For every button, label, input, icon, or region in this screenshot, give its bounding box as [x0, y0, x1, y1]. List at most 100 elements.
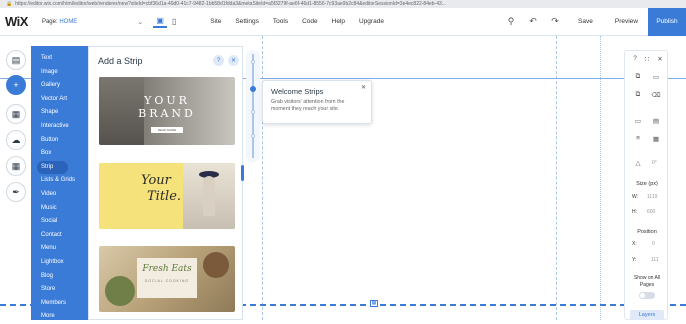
category-lightbox[interactable]: Lightbox [31, 256, 88, 270]
preview-button[interactable]: Preview [615, 18, 638, 25]
category-music[interactable]: Music [31, 202, 88, 216]
align-icon[interactable]: ▤ [649, 117, 663, 125]
thumb-line-1: Your [141, 173, 171, 188]
menu-settings[interactable]: Settings [228, 18, 266, 25]
category-menu[interactable]: Menu [31, 242, 88, 256]
rotate-value[interactable]: 0° [652, 160, 657, 166]
category-button[interactable]: Button [31, 134, 88, 148]
thumb-line-1: YOUR [144, 94, 190, 107]
pages-icon[interactable]: ▤ [6, 50, 26, 70]
editor-top-bar: WiX Page: HOME ⌄ ▣ ▯ Site Settings Tools… [0, 7, 686, 36]
page-label: Page: [41, 18, 58, 25]
category-blog[interactable]: Blog [31, 270, 88, 284]
desktop-icon[interactable]: ▣ [153, 16, 168, 28]
x-label: X: [632, 241, 637, 247]
copy-icon[interactable]: ⧉ [631, 73, 645, 81]
add-icon[interactable]: + [6, 75, 26, 95]
slider-dot-active[interactable] [250, 86, 256, 92]
delete-icon[interactable]: ⌫ [649, 91, 663, 99]
category-social[interactable]: Social [31, 215, 88, 229]
url-text: https://editor.wix.com/html/editor/web/r… [15, 1, 446, 7]
publish-button[interactable]: Publish [648, 7, 686, 36]
category-contact[interactable]: Contact [31, 229, 88, 243]
size-label: Size (px) [636, 181, 658, 187]
close-icon[interactable]: ✕ [361, 84, 366, 91]
menu-code[interactable]: Code [295, 18, 325, 25]
paste-icon[interactable]: ▭ [649, 73, 663, 81]
food-icon [105, 276, 135, 306]
category-video[interactable]: Video [31, 188, 88, 202]
thumb-line-2: Title. [147, 189, 182, 204]
menu-upgrade[interactable]: Upgrade [352, 18, 391, 25]
show-all-pages-toggle[interactable] [639, 292, 655, 299]
slider-dot[interactable] [251, 60, 255, 64]
category-members[interactable]: Members [31, 297, 88, 311]
h-field[interactable]: 600 [647, 209, 655, 215]
category-box[interactable]: Box [31, 147, 88, 161]
close-icon[interactable]: ✕ [653, 55, 667, 63]
category-vector-art[interactable]: Vector Art [31, 93, 88, 107]
x-field[interactable]: 0 [652, 241, 655, 247]
page-selector[interactable]: Page: HOME [42, 19, 77, 25]
h-label: H: [632, 209, 637, 215]
tooltip-description: Grab visitors' attention from the moment… [271, 99, 345, 112]
bookings-icon[interactable]: ▦ [6, 156, 26, 176]
position-label: Position [637, 229, 657, 235]
menu-site[interactable]: Site [203, 18, 228, 25]
category-image[interactable]: Image [31, 66, 88, 80]
mobile-icon[interactable]: ▯ [167, 16, 181, 28]
category-store[interactable]: Store [31, 283, 88, 297]
category-more[interactable]: More [31, 310, 88, 324]
category-strip[interactable]: Strip [37, 160, 68, 175]
page-value: HOME [59, 18, 78, 25]
save-button[interactable]: Save [578, 18, 593, 25]
grid-icon[interactable]: ∷ [640, 55, 654, 63]
y-field[interactable]: 111 [651, 257, 659, 263]
panel-title: Add a Strip [98, 56, 143, 66]
add-category-list: Text Image Gallery Vector Art Shape Inte… [31, 46, 88, 320]
chevron-down-icon[interactable]: ⌄ [137, 18, 143, 26]
category-interactive[interactable]: Interactive [31, 120, 88, 134]
close-icon[interactable]: ✕ [228, 55, 239, 66]
match-size-icon[interactable]: ▦ [649, 135, 663, 143]
pen-icon[interactable]: ✒ [6, 182, 26, 202]
redo-icon[interactable]: ↷ [544, 16, 566, 27]
thumb-line-1: Fresh Eats [142, 264, 192, 274]
category-text[interactable]: Text [31, 52, 88, 66]
category-gallery[interactable]: Gallery [31, 79, 88, 93]
category-shape[interactable]: Shape [31, 106, 88, 120]
thumb-button: READ MORE [151, 127, 183, 133]
layers-button[interactable]: Layers [630, 310, 664, 320]
slider-dot[interactable] [251, 110, 255, 114]
lock-icon: 🔒 [6, 1, 13, 7]
duplicate-icon[interactable]: ⧉ [631, 91, 645, 99]
help-icon[interactable]: ? [213, 55, 224, 66]
w-field[interactable]: 1119 [647, 194, 657, 200]
tooltip-title: Welcome Strips [271, 87, 324, 96]
browser-url-bar[interactable]: 🔒 https://editor.wix.com/html/editor/web… [0, 0, 686, 8]
arrange-icon[interactable]: ▭ [631, 117, 645, 125]
thumb-line-2: BRAND [138, 107, 196, 120]
menu-tools[interactable]: Tools [266, 18, 295, 25]
bowl-icon [203, 252, 229, 278]
category-lists-grids[interactable]: Lists & Grids [31, 174, 88, 188]
menu-help[interactable]: Help [325, 18, 352, 25]
stretch-handle-icon[interactable]: ▦ [370, 300, 378, 307]
w-label: W: [632, 194, 639, 200]
y-label: Y: [632, 257, 637, 263]
undo-icon[interactable]: ↶ [522, 16, 544, 27]
strip-template-fresh-eats[interactable]: Fresh Eats SOCIAL COOKING [99, 246, 235, 312]
section-slider[interactable] [246, 50, 260, 162]
strip-template-your-brand[interactable]: YOUR BRAND READ MORE [99, 77, 235, 145]
welcome-strips-tooltip: Welcome Strips Grab visitors' attention … [262, 80, 372, 124]
thumb-line-2: SOCIAL COOKING [144, 279, 190, 283]
distribute-icon[interactable]: ≡ [631, 135, 645, 142]
rotate-icon[interactable]: △ [631, 159, 645, 167]
slider-dot[interactable] [251, 134, 255, 138]
add-apps-icon[interactable]: ▦ [6, 104, 26, 124]
upload-icon[interactable]: ☁ [6, 130, 26, 150]
zoom-icon[interactable]: ⚲ [500, 16, 522, 27]
strip-template-your-title[interactable]: Your Title. [99, 163, 235, 229]
panel-scrollbar[interactable] [241, 165, 244, 181]
show-on-all-pages-label: Show on All Pages [633, 275, 661, 288]
